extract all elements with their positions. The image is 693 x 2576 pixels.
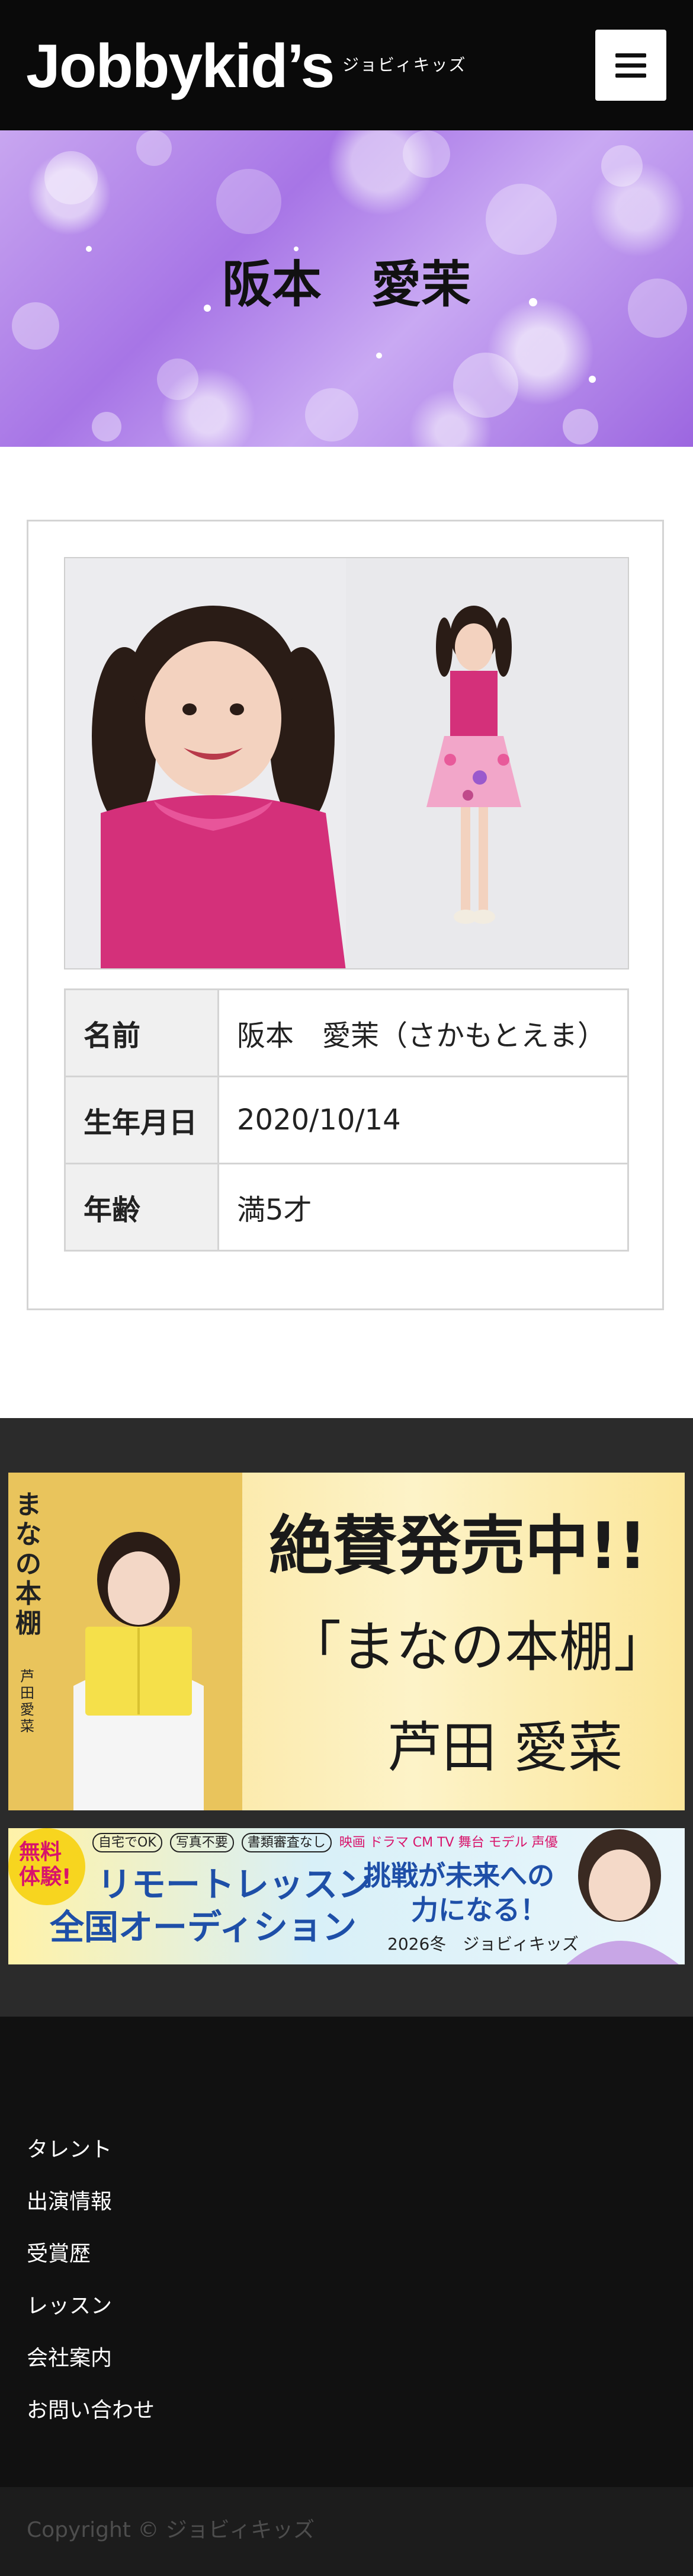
- table-row: 年齢 満5才: [64, 1163, 629, 1252]
- banner-tags: 自宅でOK 写真不要 書類審査なし 映画 ドラマ CM TV 舞台 モデル 声優: [92, 1832, 558, 1852]
- hamburger-icon: [615, 53, 646, 57]
- footer-link-talent[interactable]: タレント: [27, 2137, 112, 2163]
- birthday-label: 生年月日: [64, 1076, 219, 1164]
- site-logo-subtitle: ジョビィキッズ: [342, 55, 467, 75]
- footer-link-contact[interactable]: お問い合わせ: [27, 2398, 155, 2424]
- site-logo[interactable]: Jobbykid’s: [26, 25, 335, 108]
- table-row: 生年月日 2020/10/14: [64, 1076, 629, 1164]
- book-promo-banner[interactable]: まなの本棚 芦田愛菜 絶賛発売中!! 「まなの本棚」 芦田 愛菜: [8, 1473, 685, 1810]
- profile-table: 名前 阪本 愛茉（さかもとえま） 生年月日 2020/10/14 年齢 満5才: [64, 988, 629, 1252]
- profile-photo: [64, 557, 629, 969]
- age-label: 年齢: [64, 1163, 219, 1252]
- menu-button[interactable]: [595, 30, 666, 101]
- footer-link-awards[interactable]: 受賞歴: [27, 2241, 91, 2267]
- name-value: 阪本 愛茉（さかもとえま）: [217, 988, 629, 1077]
- copyright-text: Copyright © ジョビィキッズ: [27, 2518, 315, 2542]
- book-cover: まなの本棚 芦田愛菜: [8, 1473, 242, 1810]
- banner-slogan2: 力になる！: [411, 1894, 547, 1926]
- page-title: 阪本 愛茉: [222, 255, 471, 313]
- talent-photo: [566, 1829, 679, 1964]
- age-value: 満5才: [217, 1163, 629, 1252]
- banner-line2: 全国オーディション: [50, 1907, 357, 1947]
- audition-banner[interactable]: 無料体験! 自宅でOK 写真不要 書類審査なし 映画 ドラマ CM TV 舞台 …: [8, 1828, 685, 1964]
- footer-link-company[interactable]: 会社案内: [27, 2345, 112, 2372]
- author-photo: [73, 1532, 204, 1810]
- footer-link-lessons[interactable]: レッスン: [27, 2293, 112, 2319]
- name-label: 名前: [64, 988, 219, 1077]
- banner-book-title: 「まなの本棚」: [287, 1615, 669, 1679]
- child-portrait-image: [65, 558, 628, 968]
- table-row: 名前 阪本 愛茉（さかもとえま）: [64, 988, 629, 1077]
- banner-headline: 絶賛発売中!!: [269, 1509, 647, 1583]
- banner-line1: リモートレッスン: [97, 1864, 373, 1905]
- footer-link-appearances[interactable]: 出演情報: [27, 2189, 112, 2215]
- banner-slogan1: 挑戦が未来への: [364, 1860, 554, 1892]
- banner-author: 芦田 愛菜: [387, 1716, 623, 1780]
- free-trial-badge: 無料体験!: [8, 1828, 85, 1905]
- birthday-value: 2020/10/14: [217, 1076, 629, 1164]
